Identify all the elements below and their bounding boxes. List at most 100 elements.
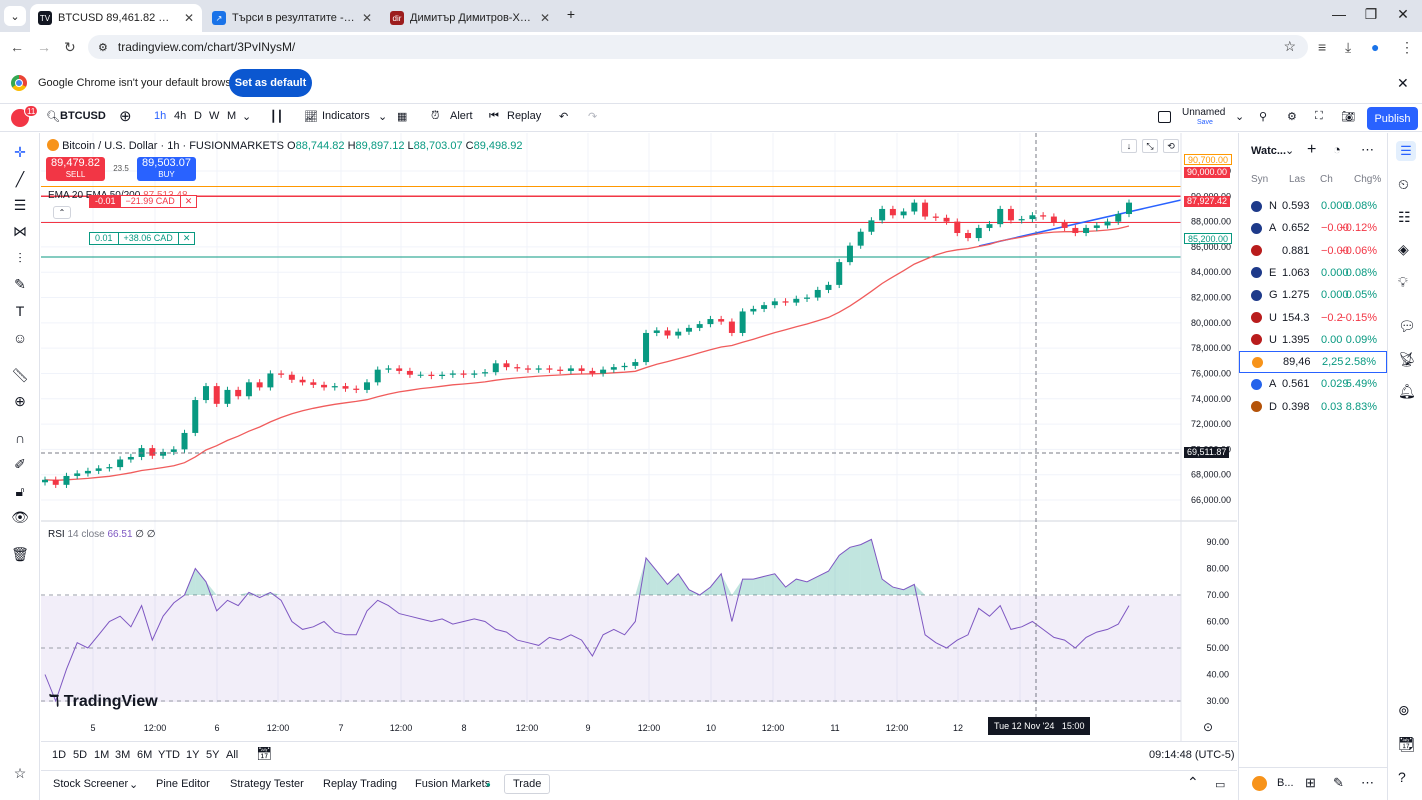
close-tab-icon[interactable]: ✕ xyxy=(540,11,550,25)
close-tab-icon[interactable]: ✕ xyxy=(362,11,372,25)
brush-icon[interactable]: ✎ xyxy=(10,274,30,294)
col-last[interactable]: Las xyxy=(1289,174,1305,185)
streams-icon[interactable]: 📡︎ xyxy=(1398,351,1416,368)
watchlist-row[interactable]: A 0.652 −0.00 −0.12% xyxy=(1239,217,1387,239)
trash-icon[interactable]: 🗑︎ xyxy=(10,544,30,564)
layers-icon[interactable]: ◈ xyxy=(1398,241,1409,258)
tab-trade[interactable]: Trade xyxy=(504,774,551,794)
dom-icon[interactable]: ⊚ xyxy=(1398,702,1410,719)
set-default-button[interactable]: Set as default xyxy=(229,69,312,97)
tab-stock-screener[interactable]: Stock Screener xyxy=(53,778,128,790)
watchlist-row[interactable]: N 0.593 0.000 0.08% xyxy=(1239,195,1387,217)
browser-tab[interactable]: dir Димитър Димитров-Херо ✕ xyxy=(382,4,558,32)
interval-d[interactable]: D xyxy=(194,110,202,122)
trendline-icon[interactable]: ╱ xyxy=(10,169,30,189)
range-6m[interactable]: 6M xyxy=(137,749,152,761)
interval-4h[interactable]: 4h xyxy=(174,110,186,122)
position-line-long[interactable]: 0.01 +38.06 CAD ✕ xyxy=(89,232,196,245)
more-dots-icon[interactable]: ⋯ xyxy=(1361,775,1374,791)
snapshot-camera-icon[interactable]: 📷︎ xyxy=(1341,110,1355,123)
calendar-icon[interactable]: 📆︎ xyxy=(1398,736,1416,753)
candles-icon[interactable]: ┃┃ xyxy=(270,110,283,123)
range-1y[interactable]: 1Y xyxy=(186,749,199,761)
site-info-icon[interactable]: ⚙ xyxy=(98,41,108,54)
tab-pine-editor[interactable]: Pine Editor xyxy=(156,778,210,790)
browser-tab-active[interactable]: TV BTCUSD 89,461.82 ▲ +2.58% Unnamed ✕ xyxy=(30,4,202,32)
indicators-dropdown-icon[interactable]: ⌄ xyxy=(378,110,387,123)
range-3m[interactable]: 3M xyxy=(115,749,130,761)
tab-replay-trading[interactable]: Replay Trading xyxy=(323,778,397,790)
data-window-icon[interactable]: ☷ xyxy=(1398,209,1411,226)
publish-button[interactable]: Publish xyxy=(1367,107,1418,130)
close-tab-icon[interactable]: ✕ xyxy=(184,11,194,25)
buy-button[interactable]: 89,503.07 BUY xyxy=(137,157,196,181)
layout-name[interactable]: Unnamed xyxy=(1182,107,1225,118)
new-tab-icon[interactable]: + xyxy=(556,6,586,22)
favorites-star-icon[interactable]: ☆ xyxy=(10,763,30,783)
advanced-view-icon[interactable]: ◔ xyxy=(1333,142,1341,157)
replay-button[interactable]: Replay xyxy=(507,110,541,122)
sell-button[interactable]: 89,479.82 SELL xyxy=(46,157,105,181)
notifications-bell-icon[interactable]: 🔔︎ xyxy=(1398,383,1416,400)
position-line-short[interactable]: -0.01 −21.99 CAD ✕ xyxy=(89,195,198,208)
help-icon[interactable]: ? xyxy=(1398,769,1406,785)
alert-button[interactable]: Alert xyxy=(450,110,473,122)
close-banner-icon[interactable]: ✕ xyxy=(1397,75,1409,92)
close-position-icon[interactable]: ✕ xyxy=(177,233,195,244)
zoom-in-icon[interactable]: ⊕ xyxy=(10,391,30,411)
ideas-bulb-icon[interactable]: 💡︎ xyxy=(1398,274,1408,291)
ruler-icon[interactable]: 📏︎ xyxy=(10,365,30,385)
watchlist-row[interactable]: U 154.3 −0.2 −0.15% xyxy=(1239,307,1387,329)
chart-canvas[interactable]: 92,000.0090,000.0088,000.0086,000.0084,0… xyxy=(41,133,1237,743)
magnet-icon[interactable]: ∩ xyxy=(10,428,30,448)
footer-symbol[interactable]: B... xyxy=(1277,777,1294,789)
chart-area[interactable]: 92,000.0090,000.0088,000.0086,000.0084,0… xyxy=(41,133,1237,743)
col-symbol[interactable]: Syn xyxy=(1251,174,1268,185)
more-dots-icon[interactable]: ⋯ xyxy=(1361,142,1374,158)
timezone-settings-icon[interactable]: ⊙ xyxy=(1203,720,1213,734)
col-change-pct[interactable]: Chg% xyxy=(1354,174,1381,185)
download-icon[interactable]: ⤓ xyxy=(1345,39,1351,56)
interval-1h[interactable]: 1h xyxy=(154,110,166,122)
reading-list-icon[interactable]: ≡ xyxy=(1318,39,1326,55)
range-5d[interactable]: 5D xyxy=(73,749,87,761)
range-ytd[interactable]: YTD xyxy=(158,749,180,761)
layouts-icon[interactable]: ▦ xyxy=(397,110,407,123)
col-change[interactable]: Ch xyxy=(1320,174,1333,185)
goto-date-icon[interactable]: 📅︎ xyxy=(256,746,273,762)
range-1m[interactable]: 1M xyxy=(94,749,109,761)
eye-icon[interactable]: 👁︎ xyxy=(10,507,30,527)
interval-m[interactable]: M xyxy=(227,110,236,122)
chart-title[interactable]: Bitcoin / U.S. Dollar · 1h · FUSIONMARKE… xyxy=(62,140,284,152)
tab-strategy-tester[interactable]: Strategy Tester xyxy=(230,778,304,790)
layout-icon[interactable] xyxy=(1158,111,1171,123)
watchlist-row[interactable]: D 0.398 0.03 8.83% xyxy=(1239,396,1387,418)
compare-add-icon[interactable]: ⊕ xyxy=(119,107,132,125)
symbol-search[interactable]: BTCUSD xyxy=(60,110,106,122)
chat-icon[interactable]: 💬︎ xyxy=(1398,318,1416,335)
watchlist-row[interactable]: 89,46 2,25 2.58% xyxy=(1239,351,1387,374)
text-icon[interactable]: T xyxy=(10,301,30,321)
range-all[interactable]: All xyxy=(226,749,238,761)
watchlist-row[interactable]: G 1.275 0.000 0.05% xyxy=(1239,284,1387,306)
edit-icon[interactable]: ✎ xyxy=(1333,775,1344,791)
back-icon[interactable]: ← xyxy=(10,39,24,55)
watchlist-title[interactable]: Watc... xyxy=(1251,145,1286,157)
bookmark-star-icon[interactable]: ☆ xyxy=(1283,38,1296,55)
watchlist-row[interactable]: U 1.395 0.00 0.09% xyxy=(1239,329,1387,351)
watchlist-icon[interactable]: ☰ xyxy=(1396,141,1416,161)
alerts-clock-icon[interactable]: ⏲︎ xyxy=(1398,176,1409,193)
reset-icon[interactable]: ⟲ xyxy=(1163,139,1179,153)
layout-dropdown-icon[interactable]: ⌄ xyxy=(1235,110,1244,123)
redo-icon[interactable]: ↷ xyxy=(588,110,597,123)
maximize-panel-icon[interactable]: ▭ xyxy=(1215,778,1225,791)
range-1d[interactable]: 1D xyxy=(52,749,66,761)
crosshair-icon[interactable]: ✛ xyxy=(10,142,30,162)
add-symbol-icon[interactable]: + xyxy=(1307,141,1316,159)
lock-icon[interactable]: 🔓︎ xyxy=(10,481,30,501)
clock-timezone[interactable]: 09:14:48 (UTC-5) xyxy=(1149,749,1235,761)
forward-icon[interactable]: → xyxy=(37,39,51,55)
pattern-icon[interactable]: ⋈ xyxy=(10,221,30,241)
scroll-down-icon[interactable]: ↓ xyxy=(1121,139,1137,153)
undo-icon[interactable]: ↶ xyxy=(559,110,568,123)
